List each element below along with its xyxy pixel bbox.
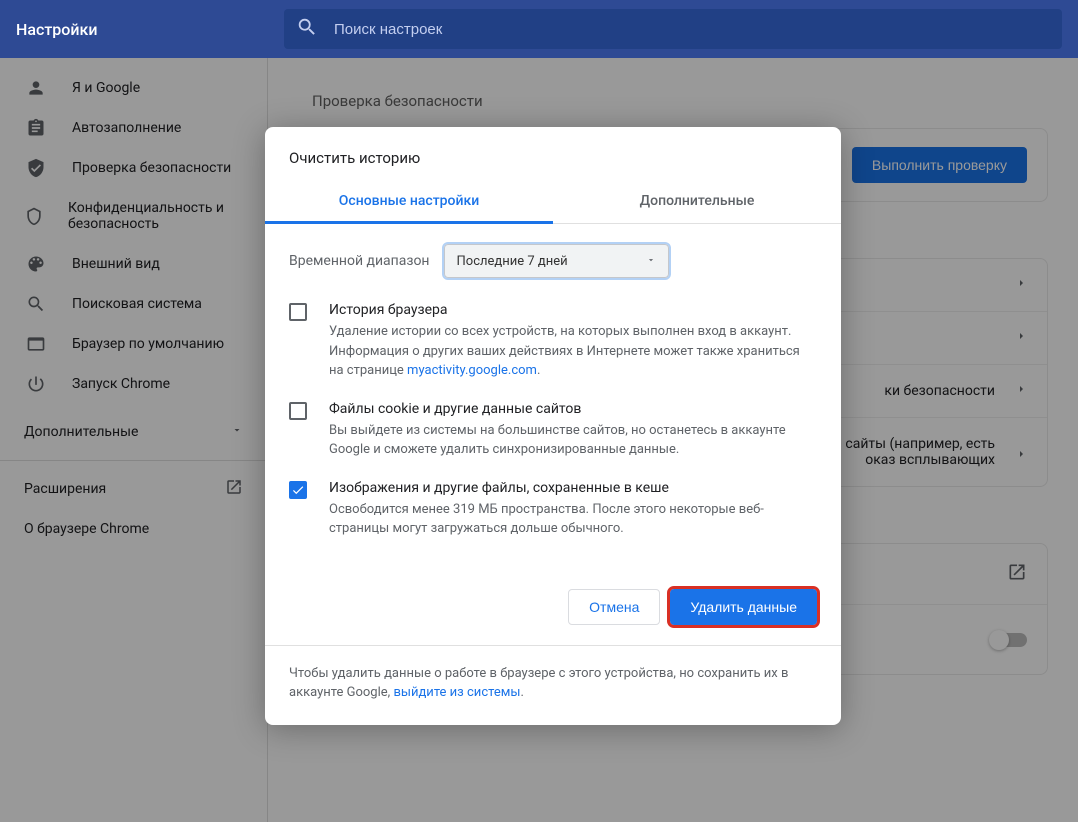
tab-basic[interactable]: Основные настройки [265,179,553,223]
search-icon [296,16,334,42]
timerange-value: Последние 7 дней [457,254,568,269]
clear-history-dialog: Очистить историю Основные настройки Допо… [265,127,841,725]
checkbox[interactable] [289,303,307,321]
dialog-footer: Чтобы удалить данные о работе в браузере… [265,645,841,725]
timerange-select[interactable]: Последние 7 дней [444,244,669,278]
delete-data-button[interactable]: Удалить данные [670,589,817,625]
cancel-button[interactable]: Отмена [568,589,660,625]
tab-advanced[interactable]: Дополнительные [553,179,841,223]
topbar: Настройки [0,0,1078,58]
check-title: История браузера [329,302,817,318]
myactivity-link[interactable]: myactivity.google.com [407,363,537,378]
check-desc: Удаление истории со всех устройств, на к… [329,322,817,381]
chevron-down-icon [646,254,656,269]
dialog-title: Очистить историю [265,127,841,179]
sign-out-link[interactable]: выйдите из системы [393,685,520,700]
search-bar[interactable] [284,9,1062,49]
check-browsing-history: История браузера Удаление истории со все… [289,302,817,381]
search-input[interactable] [334,21,1050,38]
check-desc: Освободится менее 319 МБ пространства. П… [329,500,817,539]
timerange-label: Временной диапазон [289,253,430,269]
dialog-tabs: Основные настройки Дополнительные [265,179,841,224]
check-title: Файлы cookie и другие данные сайтов [329,401,817,417]
checkbox[interactable] [289,481,307,499]
checkbox[interactable] [289,402,307,420]
check-title: Изображения и другие файлы, сохраненные … [329,480,817,496]
check-cached-images: Изображения и другие файлы, сохраненные … [289,480,817,539]
check-desc: Вы выйдете из системы на большинстве сай… [329,421,817,460]
page-title: Настройки [16,20,284,39]
check-cookies: Файлы cookie и другие данные сайтов Вы в… [289,401,817,460]
